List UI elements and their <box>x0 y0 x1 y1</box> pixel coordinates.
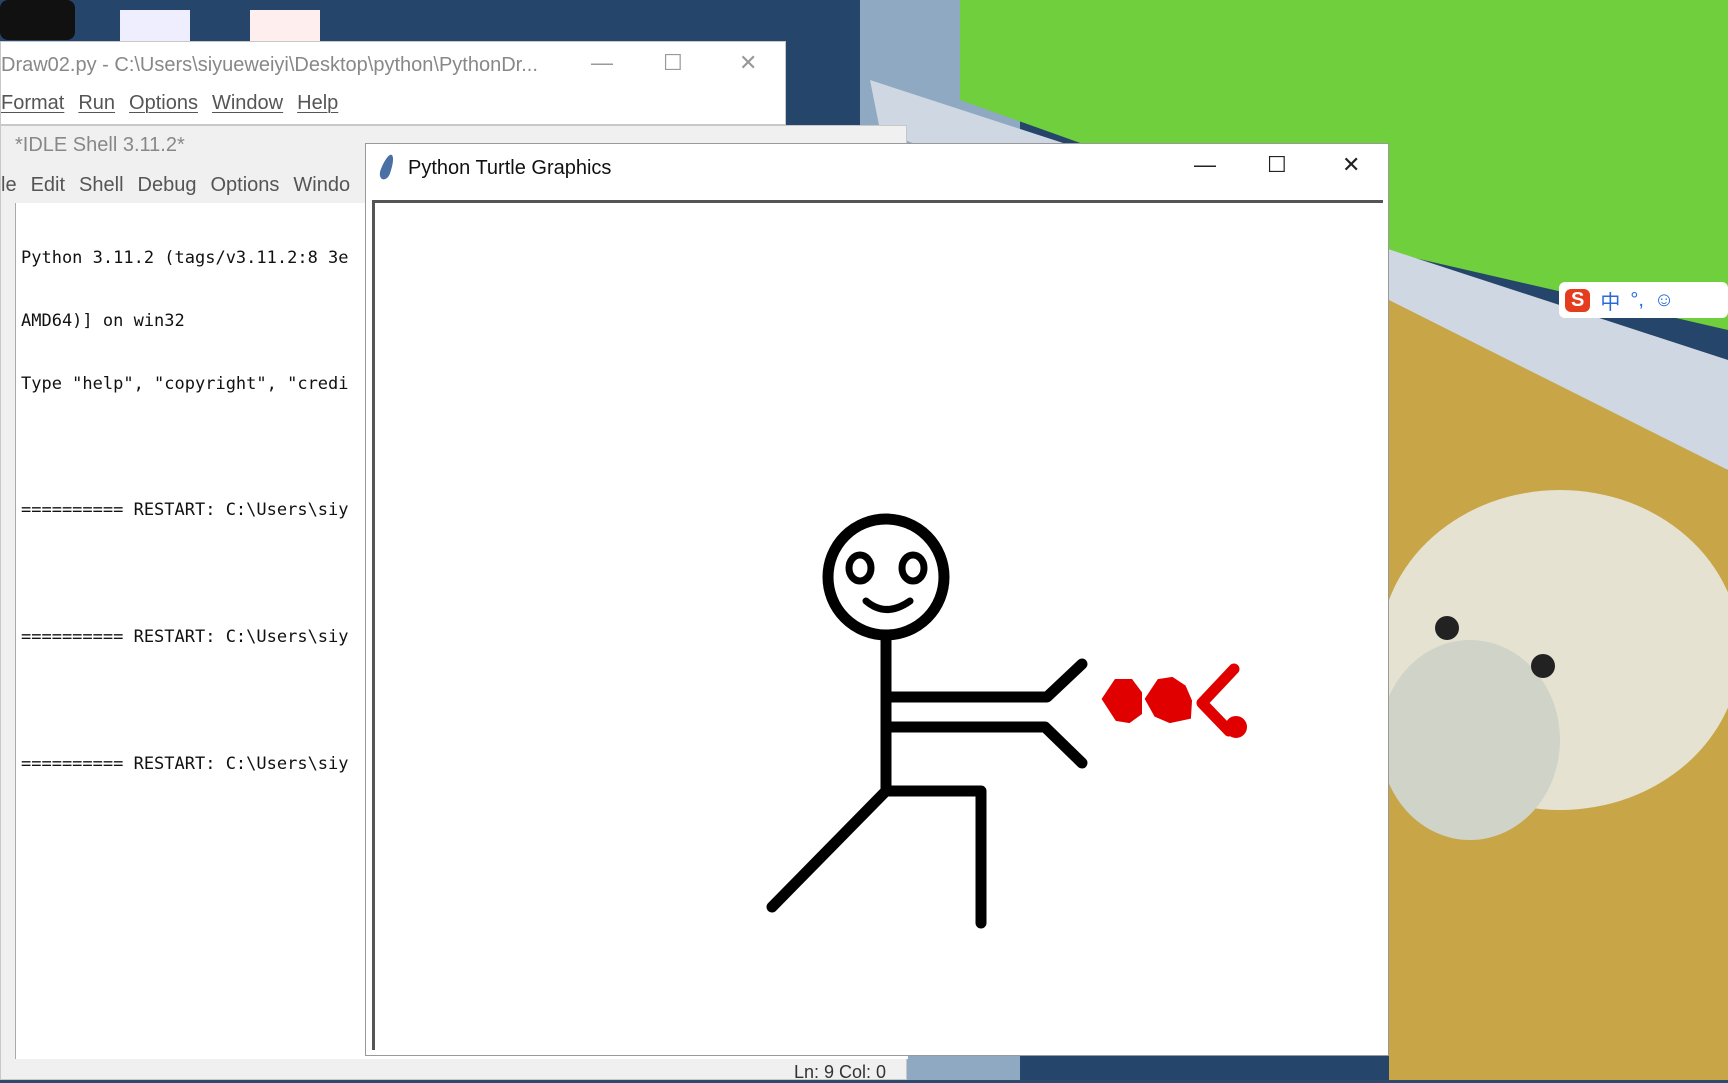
menu-options[interactable]: Options <box>129 92 198 114</box>
right-leg <box>880 785 987 929</box>
upper-arm <box>880 658 1088 703</box>
feather-icon <box>377 153 397 181</box>
menu-window[interactable]: Windo <box>293 174 350 196</box>
sogou-logo-icon: S <box>1565 288 1591 312</box>
shell-title: *IDLE Shell 3.11.2* <box>15 134 185 156</box>
emoji-icon[interactable]: ☺ <box>1654 289 1674 312</box>
shell-line: ========== RESTART: C:\Users\siy <box>21 627 349 647</box>
maximize-button[interactable]: ☐ <box>1267 152 1287 178</box>
maximize-button[interactable]: ☐ <box>663 50 683 76</box>
ime-toolbar[interactable]: S 中 °, ☺ <box>1559 282 1728 318</box>
menu-options[interactable]: Options <box>210 174 279 196</box>
right-eye <box>898 551 928 585</box>
ime-language[interactable]: 中 <box>1600 286 1620 315</box>
menu-run[interactable]: Run <box>78 92 115 114</box>
shell-line: ========== RESTART: C:\Users\siy <box>21 754 349 774</box>
turtle-canvas[interactable] <box>372 200 1383 1050</box>
shell-line: Type "help", "copyright", "credi <box>21 374 349 394</box>
heart <box>1101 679 1142 724</box>
menu-window[interactable]: Window <box>212 92 283 114</box>
menu-edit[interactable]: Edit <box>31 174 65 196</box>
turtle-window[interactable]: Python Turtle Graphics — ☐ ✕ <box>365 143 1389 1056</box>
turtle-title: Python Turtle Graphics <box>408 157 612 179</box>
menu-shell[interactable]: Shell <box>79 174 123 196</box>
minimize-button[interactable]: — <box>1194 152 1216 178</box>
lower-arm <box>880 721 1088 769</box>
left-eye <box>845 551 875 585</box>
shell-line: Python 3.11.2 (tags/v3.11.2:8 3e <box>21 248 349 268</box>
close-button[interactable]: ✕ <box>1342 152 1360 178</box>
smile <box>862 597 914 613</box>
menu-format[interactable]: Format <box>1 92 64 114</box>
shell-line: AMD64)] on win32 <box>21 311 185 331</box>
menu-debug[interactable]: Debug <box>138 174 197 196</box>
head <box>822 513 950 641</box>
shell-menubar: le Edit Shell Debug Options Windo <box>1 174 364 197</box>
left-leg <box>766 785 892 913</box>
shell-output: Python 3.11.2 (tags/v3.11.2:8 3e AMD64)]… <box>21 206 349 817</box>
minimize-button[interactable]: — <box>591 50 613 76</box>
editor-title: Draw02.py - C:\Users\siyueweiyi\Desktop\… <box>1 54 538 76</box>
menu-file[interactable]: le <box>1 174 17 196</box>
close-button[interactable]: ✕ <box>739 50 757 76</box>
menu-help[interactable]: Help <box>297 92 338 114</box>
heart <box>1144 676 1193 724</box>
editor-menubar: Format Run Options Window Help <box>1 92 352 115</box>
splat <box>1225 716 1247 738</box>
editor-window[interactable]: Draw02.py - C:\Users\siyueweiyi\Desktop\… <box>0 41 786 125</box>
ime-punctuation[interactable]: °, <box>1630 289 1644 312</box>
shell-line: ========== RESTART: C:\Users\siy <box>21 500 349 520</box>
